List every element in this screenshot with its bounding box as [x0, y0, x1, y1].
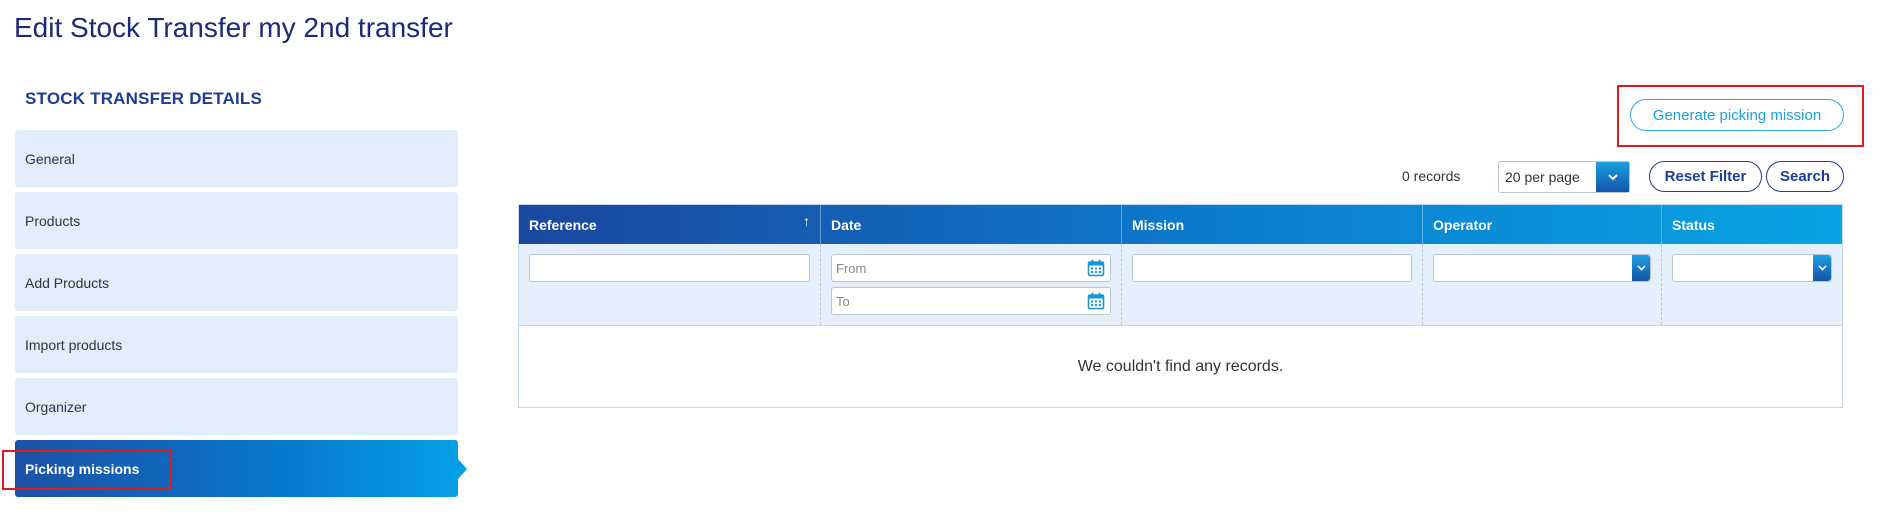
per-page-value: 20 per page — [1505, 169, 1580, 185]
status-filter-select[interactable] — [1672, 254, 1832, 282]
chevron-down-icon — [1596, 162, 1629, 192]
search-button[interactable]: Search — [1766, 161, 1844, 192]
sort-arrow-icon[interactable]: ↑ — [803, 213, 810, 229]
filter-cell-status — [1662, 244, 1842, 325]
column-header-mission[interactable]: Mission — [1122, 205, 1423, 244]
sidebar-item-label: General — [25, 150, 75, 167]
date-to-input[interactable]: To — [831, 287, 1111, 315]
per-page-select[interactable]: 20 per page — [1498, 161, 1630, 193]
records-grid: Reference ↑ Date Mission Operator Status… — [518, 204, 1843, 408]
operator-filter-select[interactable] — [1433, 254, 1651, 282]
page-title: Edit Stock Transfer my 2nd transfer — [14, 12, 453, 43]
date-from-input[interactable]: From — [831, 254, 1111, 282]
sidebar-item-label: Add Products — [25, 274, 110, 291]
grid-header: Reference ↑ Date Mission Operator Status — [519, 205, 1842, 244]
filter-cell-date: From To — [821, 244, 1122, 325]
sidebar-item-products[interactable]: Products — [15, 192, 458, 249]
filter-cell-reference — [519, 244, 821, 325]
empty-state-message: We couldn't find any records. — [1077, 358, 1284, 375]
calendar-icon[interactable] — [1087, 292, 1105, 313]
column-header-status[interactable]: Status — [1662, 205, 1842, 244]
sidebar-item-label: Products — [25, 212, 81, 229]
column-header-date[interactable]: Date — [821, 205, 1122, 244]
mission-filter-input[interactable] — [1132, 254, 1412, 282]
sidebar-item-general[interactable]: General — [15, 130, 458, 187]
column-header-reference[interactable]: Reference ↑ — [519, 205, 821, 244]
sidebar-item-label: Picking missions — [25, 460, 140, 477]
chevron-down-icon — [1813, 255, 1831, 281]
column-header-operator[interactable]: Operator — [1423, 205, 1662, 244]
reset-filter-button[interactable]: Reset Filter — [1649, 161, 1762, 192]
filter-row: From To — [519, 244, 1842, 326]
reference-filter-input[interactable] — [529, 254, 810, 282]
sidebar: General Products Add Products Import pro… — [15, 130, 458, 502]
generate-picking-mission-button[interactable]: Generate picking mission — [1630, 99, 1844, 131]
filter-cell-operator — [1423, 244, 1662, 325]
sidebar-item-add-products[interactable]: Add Products — [15, 254, 458, 311]
sidebar-item-import-products[interactable]: Import products — [15, 316, 458, 373]
sidebar-item-picking-missions[interactable]: Picking missions — [15, 440, 458, 497]
sidebar-item-organizer[interactable]: Organizer — [15, 378, 458, 435]
calendar-icon[interactable] — [1087, 259, 1105, 280]
chevron-down-icon — [1632, 255, 1650, 281]
sidebar-item-label: Organizer — [25, 398, 87, 415]
sidebar-item-label: Import products — [25, 336, 123, 353]
records-count: 0 records — [1402, 168, 1461, 184]
section-title: STOCK TRANSFER DETAILS — [25, 89, 263, 108]
filter-cell-mission — [1122, 244, 1423, 325]
